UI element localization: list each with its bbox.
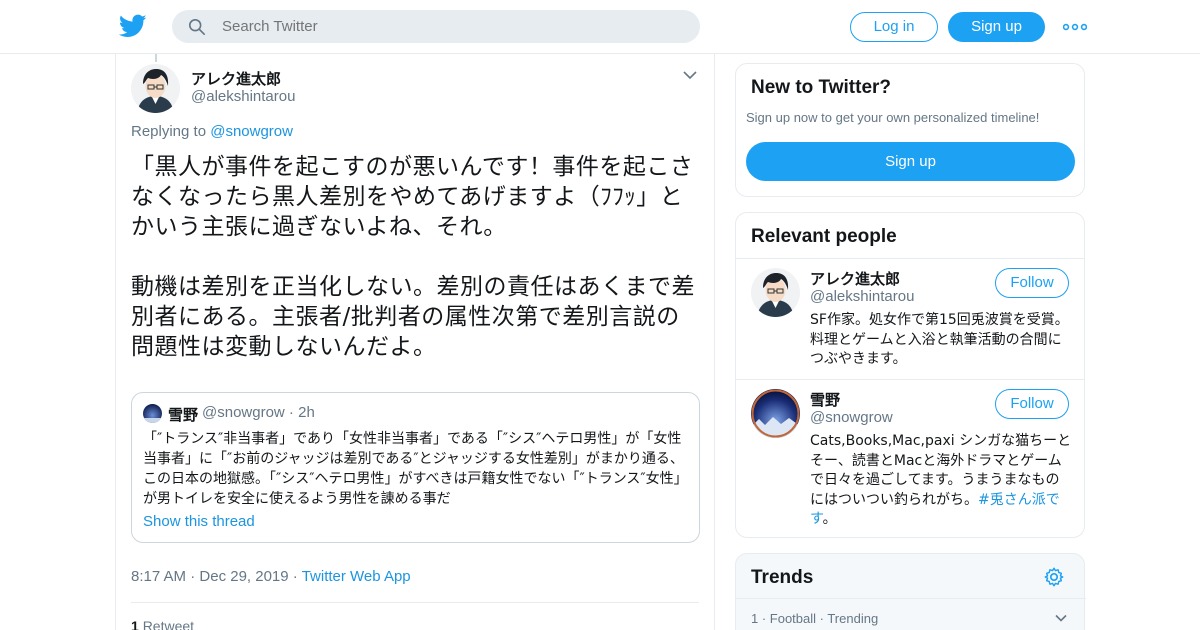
trends-card: Trends 1 · Football · Trending (735, 553, 1086, 630)
retweet-label: Retweet (142, 618, 195, 630)
chevron-down-icon[interactable] (683, 70, 697, 80)
chevron-down-icon[interactable] (1055, 614, 1067, 622)
search-input[interactable] (222, 10, 682, 43)
quoted-author-name: 雪野 (168, 406, 199, 424)
replying-to-line: Replying to @snowgrow (131, 123, 293, 140)
login-button[interactable]: Log in (850, 12, 938, 42)
new-to-twitter-title: New to Twitter? (751, 77, 892, 98)
show-thread-link[interactable]: Show this thread (143, 513, 255, 530)
trends-title: Trends (751, 567, 814, 588)
retweet-count: 1 (131, 618, 139, 630)
trend-item[interactable]: 1 · Football · Trending (751, 611, 878, 626)
tweet-date[interactable]: Dec 29, 2019 (199, 568, 288, 585)
relevant-people-card: Relevant people アレク進太郎 @alekshintarou Fo… (735, 212, 1085, 538)
tweet-time[interactable]: 8:17 AM (131, 568, 186, 585)
person-handle[interactable]: @alekshintarou (810, 288, 914, 305)
person-handle[interactable]: @snowgrow (810, 409, 893, 426)
tweet-source-app[interactable]: Twitter Web App (302, 568, 411, 585)
sidebar-signup-button[interactable]: Sign up (746, 142, 1075, 181)
divider (736, 598, 1086, 599)
person-avatar[interactable] (751, 389, 800, 438)
divider (131, 602, 699, 603)
anime-avatar-icon (131, 64, 180, 113)
quoted-tweet[interactable]: 雪野 @snowgrow · 2h 「″トランス″非当事者」であり「女性非当事者… (131, 392, 700, 543)
person-avatar[interactable] (751, 268, 800, 317)
quoted-author-handle-and-age: @snowgrow · 2h (202, 404, 315, 421)
night-sky-avatar-icon (143, 404, 162, 423)
quoted-tweet-text: 「″トランス″非当事者」であり「女性非当事者」である「″シス″ヘテロ男性」が「女… (143, 431, 688, 507)
signup-button[interactable]: Sign up (948, 12, 1045, 42)
search-icon (188, 18, 206, 36)
author-handle[interactable]: @alekshintarou (191, 88, 295, 105)
night-sky-avatar-icon (751, 389, 800, 438)
thread-connector-line (155, 54, 157, 62)
follow-button[interactable]: Follow (995, 389, 1069, 419)
tweet-detail-column: アレク進太郎 @alekshintarou Replying to @snowg… (115, 54, 715, 630)
anime-avatar-icon (751, 268, 800, 317)
top-navigation-bar: Log in Sign up (0, 0, 1200, 54)
quoted-author-avatar (143, 404, 162, 423)
tweet-text: 「黒人が事件を起こすのが悪いんです！事件を起こさなくなったら黒人差別をやめてあげ… (131, 154, 695, 360)
search-box[interactable] (172, 10, 700, 43)
quoted-handle: @snowgrow (202, 404, 285, 421)
author-avatar[interactable] (131, 64, 180, 113)
person-bio: SF作家。処女作で第15回兎波賞を受賞。料理とゲームと入浴と執筆活動の合間につぶ… (810, 312, 1069, 367)
tweet-metadata: 8:17 AM · Dec 29, 2019 · Twitter Web App (131, 568, 411, 585)
replying-prefix: Replying to (131, 123, 211, 140)
new-to-twitter-subtitle: Sign up now to get your own personalized… (746, 110, 1040, 125)
relevant-people-title: Relevant people (751, 226, 897, 247)
person-bio: Cats,Books,Mac,paxi シンガな猫ちーとそー、読書とMacと海外… (810, 432, 1072, 530)
person-name[interactable]: 雪野 (810, 389, 840, 410)
gear-icon[interactable] (1043, 566, 1065, 588)
quoted-age: 2h (298, 404, 315, 421)
divider (736, 379, 1084, 380)
follow-button[interactable]: Follow (995, 268, 1069, 298)
twitter-bird-logo-icon[interactable] (118, 12, 148, 40)
divider (736, 258, 1084, 259)
person-bio-end: 。 (822, 511, 837, 527)
replying-to-link[interactable]: @snowgrow (210, 123, 293, 140)
author-display-name[interactable]: アレク進太郎 (191, 68, 281, 89)
person-name[interactable]: アレク進太郎 (810, 268, 900, 289)
retweet-stats[interactable]: 1 Retweet (131, 618, 194, 630)
more-options-icon[interactable] (1063, 22, 1087, 32)
new-to-twitter-card: New to Twitter? Sign up now to get your … (735, 63, 1085, 197)
